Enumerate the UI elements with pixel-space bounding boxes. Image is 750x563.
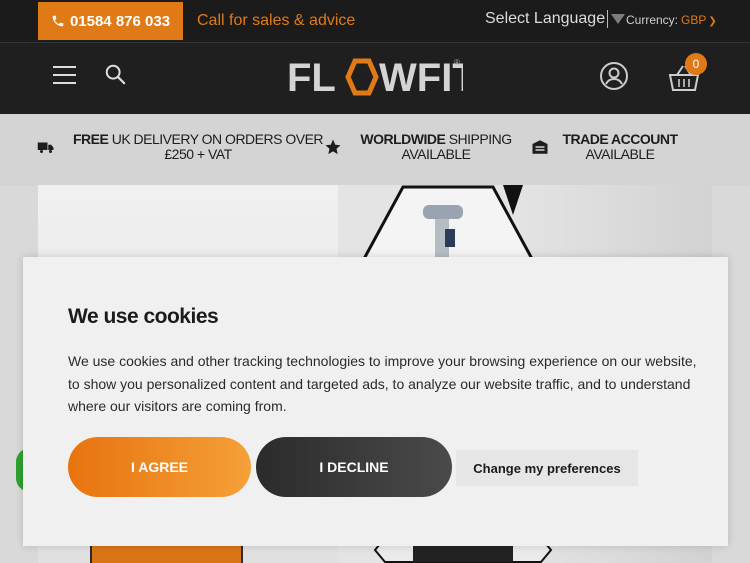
usp-trade-account: TRADE ACCOUNT AVAILABLE: [531, 132, 685, 162]
chevron-down-icon: ❯: [708, 16, 717, 27]
usp-free-delivery-text: FREE UK DELIVERY ON ORDERS OVER £250 + V…: [72, 131, 324, 162]
warehouse-icon: [532, 140, 548, 154]
currency-label: Currency:: [626, 13, 679, 27]
usp-worldwide-shipping: WORLDWIDE SHIPPING AVAILABLE: [324, 132, 516, 162]
truck-icon: [37, 142, 54, 153]
svg-text:®: ®: [454, 58, 460, 67]
phone-number: 01584 876 033: [69, 12, 171, 30]
caret-down-icon: [611, 14, 626, 24]
phone-button[interactable]: 01584 876 033: [38, 2, 183, 40]
hamburger-menu-icon[interactable]: [53, 65, 76, 85]
cookie-body: We use cookies and other tracking techno…: [68, 353, 697, 414]
usp-free-delivery: FREE UK DELIVERY ON ORDERS OVER £250 + V…: [37, 132, 329, 162]
usp-trade-text: TRADE ACCOUNT AVAILABLE: [562, 131, 678, 162]
call-for-sales-text: Call for sales & advice: [197, 12, 356, 29]
cookie-title: We use cookies: [68, 305, 219, 328]
change-preferences-button[interactable]: Change my preferences: [456, 450, 638, 486]
usp-worldwide-text: WORLDWIDE SHIPPING AVAILABLE: [360, 131, 512, 162]
currency-selector[interactable]: Currency: GBP ❯: [626, 13, 717, 27]
agree-button[interactable]: I AGREE: [68, 437, 251, 497]
language-label: Select Language: [485, 10, 606, 27]
currency-value: GBP: [681, 13, 707, 27]
cookie-consent-dialog: We use cookies We use cookies and other …: [23, 257, 728, 546]
search-icon[interactable]: [104, 63, 126, 85]
top-bar: 01584 876 033 Call for sales & advice Se…: [0, 0, 750, 42]
svg-text:FL: FL: [287, 56, 336, 100]
usp-bar: FREE UK DELIVERY ON ORDERS OVER £250 + V…: [0, 114, 750, 186]
main-header: FL WFIT ® 0: [0, 42, 750, 114]
logo-graphic: FL WFIT ®: [287, 56, 477, 100]
svg-text:WFIT: WFIT: [379, 56, 463, 100]
phone-icon: [52, 15, 64, 27]
flowfit-logo[interactable]: FL WFIT ®: [287, 53, 477, 101]
account-icon[interactable]: [599, 61, 629, 91]
basket-count-badge: 0: [685, 53, 707, 75]
language-divider: [607, 10, 609, 28]
decline-button[interactable]: I DECLINE: [256, 437, 452, 497]
star-icon: [325, 139, 341, 155]
language-selector[interactable]: Select Language: [485, 10, 626, 28]
